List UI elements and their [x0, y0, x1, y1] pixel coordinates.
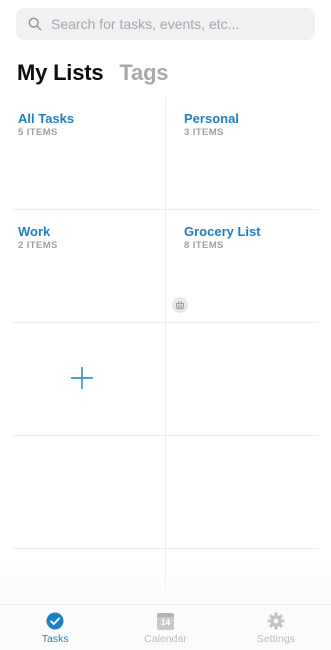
tabbar-label: Tasks — [41, 633, 69, 645]
tab-tags[interactable]: Tags — [119, 60, 168, 86]
search-bar[interactable]: Search for tasks, events, etc... — [16, 8, 315, 40]
list-name: All Tasks — [18, 111, 75, 126]
tabbar-item-tasks[interactable]: Tasks — [0, 605, 110, 650]
scroll-fade — [0, 560, 331, 604]
basket-icon — [172, 297, 188, 313]
grid-divider — [12, 548, 319, 549]
list-count: 8 ITEMS — [184, 240, 224, 251]
bottom-tab-bar: Tasks 14 Calendar Settings — [0, 604, 331, 650]
calendar-icon: 14 — [156, 612, 174, 630]
tabbar-label: Calendar — [144, 633, 187, 645]
list-card-work[interactable]: Work 2 ITEMS — [12, 210, 162, 322]
tab-my-lists[interactable]: My Lists — [17, 60, 104, 86]
section-tabs: My Lists Tags — [17, 60, 169, 86]
list-card-all-tasks[interactable]: All Tasks 5 ITEMS — [12, 97, 162, 209]
list-card-personal[interactable]: Personal 3 ITEMS — [178, 97, 328, 209]
calendar-day: 14 — [161, 617, 170, 627]
list-count: 3 ITEMS — [184, 127, 224, 138]
gear-icon — [267, 612, 285, 630]
grid-divider — [12, 322, 319, 323]
add-list-button[interactable] — [70, 366, 94, 390]
tabbar-label: Settings — [256, 633, 295, 645]
list-count: 5 ITEMS — [18, 127, 58, 138]
tabbar-item-settings[interactable]: Settings — [221, 605, 331, 650]
grid-divider — [12, 435, 319, 436]
search-input[interactable]: Search for tasks, events, etc... — [51, 16, 239, 32]
tabbar-item-calendar[interactable]: 14 Calendar — [110, 605, 220, 650]
lists-grid: All Tasks 5 ITEMS Personal 3 ITEMS Work … — [12, 97, 319, 604]
list-card-grocery-list[interactable]: Grocery List 8 ITEMS — [178, 210, 328, 322]
list-count: 2 ITEMS — [18, 240, 58, 251]
list-name: Grocery List — [184, 224, 261, 239]
check-circle-icon — [46, 612, 64, 630]
list-name: Personal — [184, 111, 239, 126]
search-icon — [28, 17, 42, 31]
grid-divider — [165, 97, 166, 604]
list-name: Work — [18, 224, 51, 239]
